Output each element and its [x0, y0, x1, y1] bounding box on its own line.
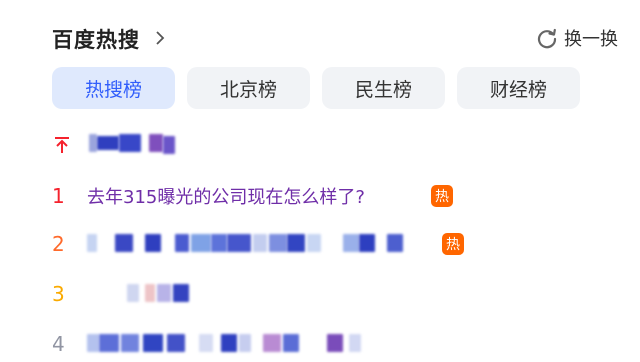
tab-bar: 热搜榜 北京榜 民生榜 财经榜: [52, 67, 580, 109]
rank-number: 4: [52, 332, 65, 356]
hot-badge: 热: [442, 233, 464, 255]
list-item-title[interactable]: 去年315曝光的公司现在怎么样了?: [87, 183, 365, 209]
list-item[interactable]: 2 热: [52, 226, 612, 262]
tab-beijing[interactable]: 北京榜: [187, 67, 310, 109]
refresh-icon: [537, 28, 557, 49]
list-item[interactable]: 4: [52, 326, 612, 362]
refresh-label: 换一换: [564, 29, 618, 50]
pin-top-icon: [55, 137, 69, 153]
header: 百度热搜 换一换: [52, 22, 618, 54]
refresh-button[interactable]: 换一换: [536, 26, 618, 50]
rank-number: 1: [52, 184, 65, 208]
tab-finance[interactable]: 财经榜: [457, 67, 580, 109]
tab-livelihood[interactable]: 民生榜: [322, 67, 445, 109]
list-item[interactable]: 3: [52, 276, 612, 312]
tab-hot-search[interactable]: 热搜榜: [52, 67, 175, 109]
chevron-right-icon[interactable]: [152, 30, 168, 46]
list-item[interactable]: 1 去年315曝光的公司现在怎么样了? 热: [52, 178, 612, 214]
rank-number: 3: [52, 282, 65, 306]
rank-number: 2: [52, 232, 65, 256]
hot-badge: 热: [431, 185, 453, 207]
list-item-pinned[interactable]: [52, 126, 612, 162]
page-title: 百度热搜: [52, 28, 140, 52]
